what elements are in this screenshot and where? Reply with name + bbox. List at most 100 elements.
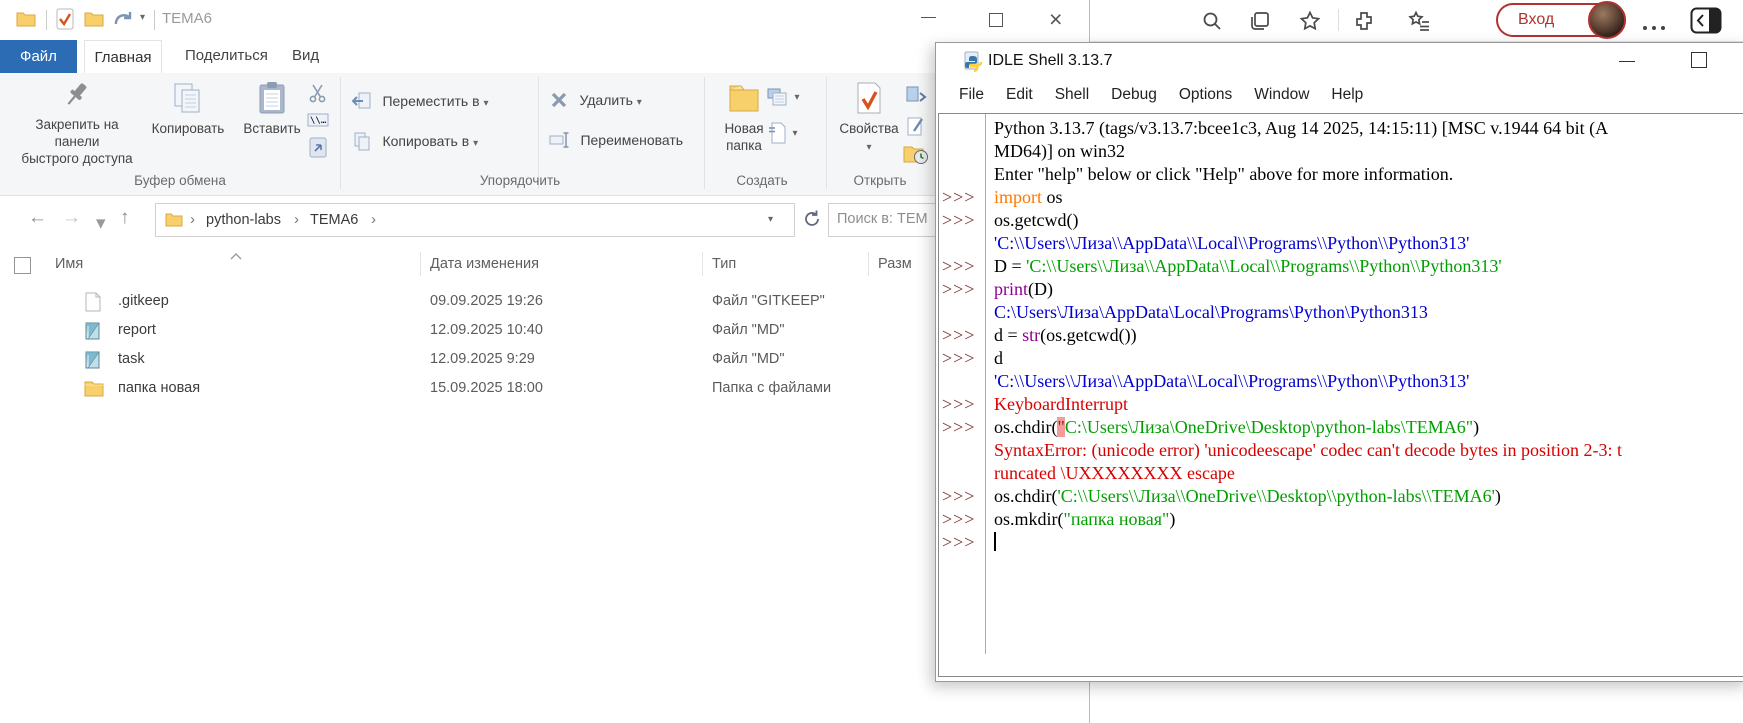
menu-shell[interactable]: Shell: [1044, 83, 1100, 111]
shell-line: 'C:\\Users\\Лиза\\AppData\\Local\\Progra…: [939, 232, 1743, 255]
shell-line: >>>os.getcwd(): [939, 209, 1743, 232]
shell-prompt: >>>: [939, 485, 985, 508]
address-dropdown-icon[interactable]: ▾: [768, 214, 773, 225]
file-name[interactable]: папка новая: [118, 380, 200, 396]
history-icon[interactable]: [903, 143, 929, 170]
collections-icon[interactable]: [1248, 9, 1272, 33]
history-dropdown-icon[interactable]: ▾: [96, 212, 106, 235]
quick-folder-icon[interactable]: [84, 10, 104, 33]
copy-to-button[interactable]: Копировать в ▾: [352, 131, 472, 156]
column-size[interactable]: Разм: [878, 256, 912, 272]
properties-icon: [838, 81, 900, 120]
properties-button[interactable]: Свойства▾: [838, 81, 900, 156]
file-list: .gitkeep 09.09.2025 19:26 Файл "GITKEEP" re…: [0, 288, 1089, 404]
refresh-icon[interactable]: [802, 209, 822, 234]
file-row[interactable]: report12.09.2025 10:40Файл "MD": [0, 317, 1089, 346]
edit-icon[interactable]: [906, 115, 926, 142]
menu-window[interactable]: Window: [1243, 83, 1320, 111]
paste-shortcut-button[interactable]: [308, 135, 328, 164]
crumb-tema6[interactable]: ТЕМА6: [310, 212, 358, 228]
file-type: Файл "GITKEEP": [712, 293, 825, 309]
paste-button[interactable]: Вставить: [238, 81, 306, 137]
shell-prompt: >>>: [939, 255, 985, 278]
easy-access-icon[interactable]: ▾: [766, 87, 799, 112]
file-row[interactable]: task12.09.2025 9:29Файл "MD": [0, 346, 1089, 375]
separator: [46, 10, 47, 30]
redo-icon[interactable]: [112, 8, 136, 35]
move-to-button[interactable]: Переместить в ▾: [352, 91, 482, 116]
menu-help[interactable]: Help: [1320, 83, 1374, 111]
avatar[interactable]: [1588, 1, 1626, 39]
extensions-icon[interactable]: [1352, 9, 1376, 33]
search-icon[interactable]: [1200, 9, 1224, 33]
text-cursor: [994, 532, 996, 551]
menu-debug[interactable]: Debug: [1100, 83, 1168, 111]
column-divider[interactable]: [420, 252, 421, 276]
more-dots-icon[interactable]: [1640, 17, 1667, 35]
file-name[interactable]: task: [118, 351, 145, 367]
group-open-label: Открыть: [840, 173, 920, 188]
forward-icon[interactable]: →: [62, 207, 81, 229]
copy-icon: [142, 81, 234, 120]
breadcrumb[interactable]: › python-labs › ТЕМА6 › ▾: [155, 203, 795, 237]
cut-button[interactable]: [308, 83, 328, 108]
tab-home[interactable]: Главная: [84, 40, 162, 73]
sort-ascending-icon: [230, 248, 242, 264]
shell-line: >>>os.chdir('C:\\Users\\Лиза\\OneDrive\\…: [939, 485, 1743, 508]
note-icon: [84, 321, 104, 341]
open-icon[interactable]: [905, 85, 927, 110]
paste-icon: [238, 81, 306, 120]
shell-prompt: [939, 462, 985, 485]
shell-prompt: [939, 117, 985, 140]
chevron-icon: ›: [294, 211, 299, 228]
favorites-star-icon[interactable]: [1298, 9, 1322, 33]
rename-button[interactable]: Переименовать: [549, 131, 676, 154]
favorites-list-icon[interactable]: [1408, 9, 1432, 33]
menu-options[interactable]: Options: [1168, 83, 1243, 111]
column-name[interactable]: Имя: [55, 256, 83, 272]
file-row[interactable]: .gitkeep 09.09.2025 19:26 Файл "GITKEEP": [0, 288, 1089, 317]
copy-path-button[interactable]: \\…: [307, 113, 329, 132]
pin-to-quick-access-button[interactable]: Закрепить на панелибыстрого доступа: [18, 79, 136, 167]
menu-edit[interactable]: Edit: [995, 83, 1044, 111]
quick-check-icon[interactable]: [56, 8, 74, 35]
file-row[interactable]: папка новая15.09.2025 18:00Папка с файла…: [0, 375, 1089, 404]
new-item-icon[interactable]: ▾: [768, 121, 797, 150]
idle-minimize-button[interactable]: [1619, 61, 1635, 62]
column-date[interactable]: Дата изменения: [430, 256, 539, 272]
group-create-label: Создать: [722, 173, 802, 188]
up-icon[interactable]: ↑: [120, 207, 130, 229]
delete-button[interactable]: Удалить ▾: [550, 91, 635, 114]
file-name[interactable]: report: [118, 322, 156, 338]
folder-icon: [165, 212, 183, 233]
tab-view[interactable]: Вид: [292, 47, 319, 64]
tab-share[interactable]: Поделиться: [185, 47, 268, 64]
shell-line: Enter "help" below or click "Help" above…: [939, 163, 1743, 186]
column-type[interactable]: Тип: [712, 256, 736, 272]
maximize-button[interactable]: [989, 13, 1003, 27]
window-title: ТЕМА6: [162, 10, 212, 27]
file-date: 12.09.2025 9:29: [430, 351, 535, 367]
qat-dropdown-icon[interactable]: ▾: [140, 12, 145, 23]
shell-prompt: >>>: [939, 393, 985, 416]
shell-line: runcated \UXXXXXXXX escape: [939, 462, 1743, 485]
screen: Вход ▾ ТЕМА6 ×: [0, 0, 1743, 723]
shell-text-area[interactable]: Python 3.13.7 (tags/v3.13.7:bcee1c3, Aug…: [938, 113, 1743, 677]
column-divider[interactable]: [868, 252, 869, 276]
minimize-button[interactable]: [921, 17, 936, 18]
menu-file[interactable]: File: [948, 83, 995, 111]
select-all-checkbox[interactable]: [14, 257, 31, 274]
tab-file[interactable]: Файл: [0, 40, 77, 73]
sidebar-toggle-icon[interactable]: [1690, 7, 1722, 39]
shell-line: Python 3.13.7 (tags/v3.13.7:bcee1c3, Aug…: [939, 117, 1743, 140]
column-divider[interactable]: [702, 252, 703, 276]
close-button[interactable]: ×: [1049, 6, 1062, 33]
idle-maximize-button[interactable]: [1691, 52, 1707, 68]
crumb-python-labs[interactable]: python-labs: [206, 212, 281, 228]
copy-button[interactable]: Копировать: [142, 81, 234, 137]
file-name[interactable]: .gitkeep: [118, 293, 169, 309]
file-date: 09.09.2025 19:26: [430, 293, 543, 309]
back-icon[interactable]: ←: [28, 207, 47, 229]
svg-text:\\…: \\…: [310, 116, 327, 126]
chevron-icon: ›: [371, 211, 376, 228]
